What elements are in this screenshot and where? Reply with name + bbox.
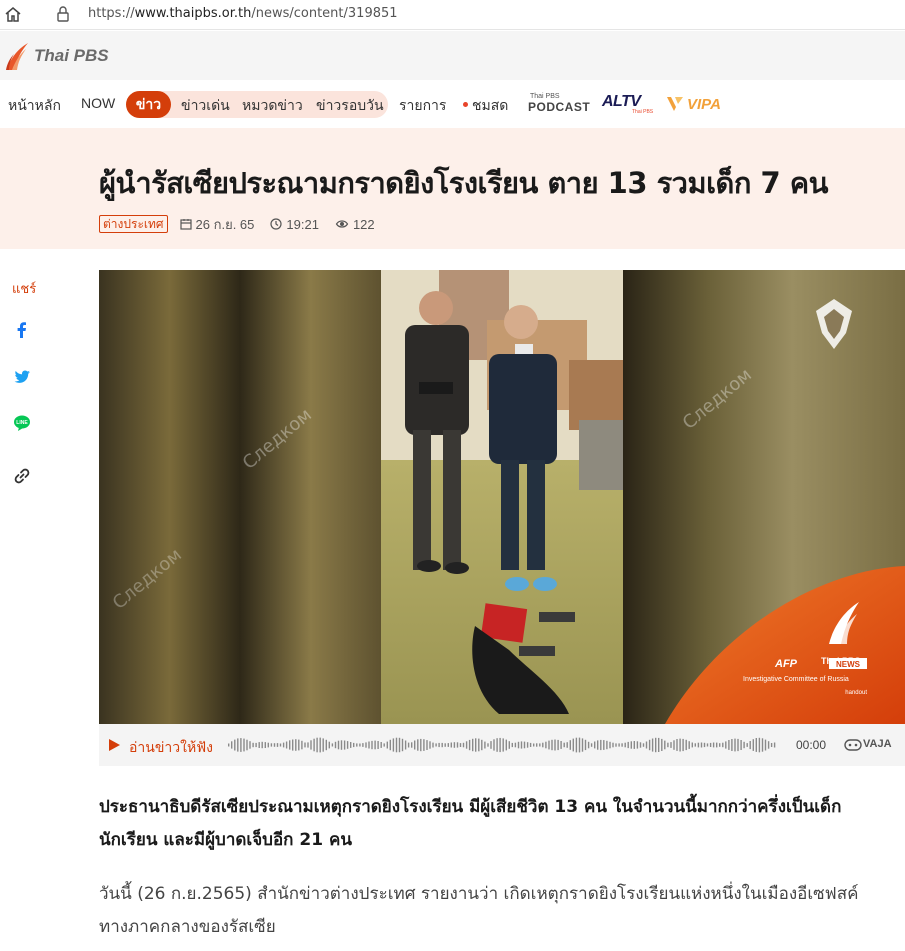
- category-tag[interactable]: ต่างประเทศ: [99, 215, 168, 233]
- vaja-robot-icon: [844, 739, 862, 751]
- article-body: วันนี้ (26 ก.ย.2565) สำนักข่าวต่างประเทศ…: [99, 884, 859, 937]
- link-icon[interactable]: [12, 466, 32, 486]
- photo-credit-sub: handout: [845, 690, 867, 696]
- main-nav: หน้าหลัก NOW ข่าว ข่าวเด่น หมวดข่าว ข่าว…: [0, 80, 905, 128]
- afp-logo: AFP: [774, 658, 798, 670]
- live-label: ชมสด: [472, 97, 509, 113]
- podcast-logo[interactable]: Thai PBS PODCAST: [528, 93, 590, 115]
- lock-icon: [57, 6, 69, 22]
- twitter-icon[interactable]: [12, 367, 32, 387]
- url-text[interactable]: https://www.thaipbs.or.th/news/content/3…: [88, 6, 398, 21]
- browser-address-bar[interactable]: https://www.thaipbs.or.th/news/content/3…: [0, 0, 905, 30]
- article-time: 19:21: [286, 216, 319, 232]
- url-scheme: https://: [88, 6, 135, 21]
- nav-item-news[interactable]: ข่าว: [126, 91, 171, 118]
- article-lead: ประธานาธิบดีรัสเซียประณามเหตุกราดยิงโรงเ…: [99, 797, 842, 850]
- eye-icon: [335, 220, 349, 228]
- url-host: www.thaipbs.or.th: [134, 6, 252, 21]
- date-meta: 26 ก.ย. 65: [179, 214, 255, 235]
- nav-item-categories[interactable]: หมวดข่าว: [242, 95, 303, 117]
- nav-item-programs[interactable]: รายการ: [399, 95, 446, 117]
- play-icon[interactable]: [107, 738, 121, 752]
- vipa-label: VIPA: [687, 95, 721, 113]
- vaja-logo: VAJA: [843, 737, 899, 753]
- thai-pbs-logo[interactable]: Thai PBS: [4, 39, 109, 73]
- site-header: Thai PBS: [0, 31, 905, 80]
- crime-scene-photo: Следком Следком Следком Thai PBS NEWS AF…: [99, 270, 905, 724]
- time-meta: 19:21: [270, 217, 319, 232]
- share-label: แชร์: [12, 281, 37, 296]
- vipa-logo[interactable]: VIPA: [666, 93, 721, 115]
- line-icon[interactable]: LINE: [12, 413, 32, 433]
- live-dot-icon: [463, 101, 468, 107]
- facebook-icon[interactable]: [12, 320, 32, 340]
- altv-sub-label: Thai PBS: [632, 109, 654, 115]
- vipa-v-icon: [667, 97, 683, 111]
- audio-waveform[interactable]: [227, 736, 781, 754]
- nav-item-now[interactable]: NOW: [81, 95, 115, 111]
- logo-text: Thai PBS: [34, 46, 109, 65]
- listen-button[interactable]: อ่านข่าวให้ฟัง: [129, 737, 213, 759]
- thai-pbs-feather-icon: [6, 43, 28, 70]
- clock-icon: [270, 218, 282, 230]
- article-date: 26 ก.ย. 65: [195, 216, 255, 232]
- home-icon[interactable]: [4, 5, 22, 23]
- vaja-label: VAJA: [863, 738, 892, 750]
- badge-news: NEWS: [836, 660, 861, 669]
- article-meta: ต่างประเทศ 26 ก.ย. 65 19:21 122: [99, 214, 391, 234]
- podcast-brand: Thai PBS: [530, 93, 560, 100]
- article-title: ผู้นำรัสเซียประณามกราดยิงโรงเรียน ตาย 13…: [99, 166, 828, 200]
- hero-image: Следком Следком Следком Thai PBS NEWS AF…: [99, 270, 905, 724]
- nav-item-daily-roundup[interactable]: ข่าวรอบวัน: [316, 95, 384, 117]
- article-views: 122: [352, 216, 375, 232]
- podcast-label: PODCAST: [528, 100, 591, 114]
- url-path: /news/content/319851: [251, 6, 398, 21]
- views-meta: 122: [335, 217, 375, 232]
- text-to-speech-player: อ่านข่าวให้ฟัง 00:00 VAJA: [99, 724, 905, 766]
- article-header: ผู้นำรัสเซียประณามกราดยิงโรงเรียน ตาย 13…: [0, 128, 905, 249]
- svg-text:LINE: LINE: [16, 420, 28, 426]
- nav-item-headlines[interactable]: ข่าวเด่น: [181, 95, 230, 117]
- nav-item-home[interactable]: หน้าหลัก: [8, 95, 61, 117]
- audio-time: 00:00: [796, 738, 827, 752]
- nav-item-live[interactable]: ชมสด: [463, 95, 508, 117]
- calendar-icon: [179, 219, 192, 230]
- photo-credit: Investigative Committee of Russia: [743, 676, 849, 683]
